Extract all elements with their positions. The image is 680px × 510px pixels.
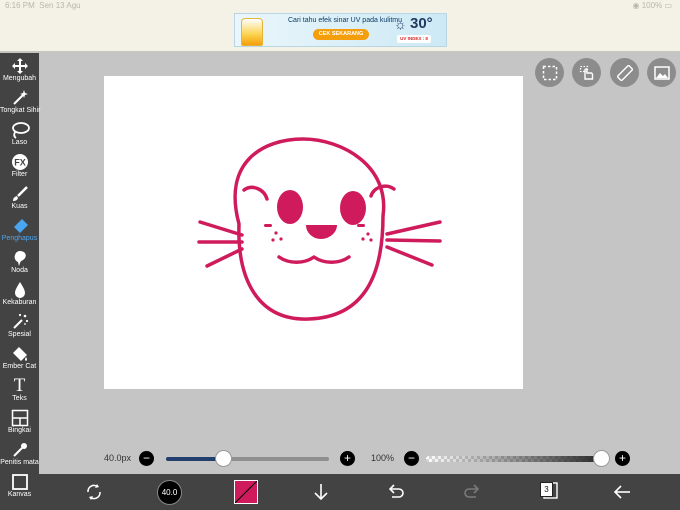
text-t-icon: T (13, 375, 26, 396)
rotate-arrows-icon (87, 484, 101, 500)
bottom-toolbar (39, 474, 680, 510)
tool-label: Teks (12, 395, 27, 402)
ad-headline: Cari tahu efek sinar UV pada kulitmu (288, 17, 402, 24)
brush-preview-button[interactable]: 40.0 (157, 480, 182, 505)
tool-label: Laso (11, 139, 28, 146)
layer-count-badge: 3 (540, 482, 553, 497)
selection-button[interactable] (535, 58, 564, 87)
eraser-icon (0, 217, 39, 235)
sparkle-wand-icon (0, 313, 39, 331)
gallery-button[interactable] (647, 58, 676, 87)
ruler-button[interactable] (610, 58, 639, 87)
sun-cloud-icon: ☼ (394, 16, 407, 32)
move-icon (0, 57, 39, 75)
canvas-icon (0, 473, 39, 491)
magic-wand-icon (0, 89, 39, 107)
tool-special[interactable]: Spesial (0, 311, 39, 343)
tool-label: Tongkat Sihir (0, 107, 41, 114)
size-decrease-button[interactable]: − (139, 451, 154, 466)
tool-canvas[interactable]: Kanvas (0, 471, 39, 503)
tool-filter[interactable]: FX Filter (0, 151, 39, 183)
ad-temperature: 30° (410, 15, 433, 32)
redo-button[interactable] (459, 479, 485, 505)
ad-banner[interactable]: Cari tahu efek sinar UV pada kulitmu CEK… (234, 13, 447, 47)
arrow-left-icon (613, 485, 630, 499)
redo-icon (464, 484, 480, 498)
opacity-increase-button[interactable]: + (615, 451, 630, 466)
brush-opacity-slider-knob[interactable] (593, 450, 610, 467)
tool-lasso[interactable]: Laso (0, 119, 39, 151)
tool-label: Bingkai (8, 427, 31, 434)
tool-text[interactable]: T Teks (0, 375, 39, 407)
ruler-icon (616, 64, 633, 81)
tool-label: Filter (11, 171, 28, 178)
tool-smudge[interactable]: Noda (0, 247, 39, 279)
smudge-icon (0, 249, 39, 267)
touch-mode-button[interactable] (572, 58, 601, 87)
tool-label: Kanvas (7, 491, 32, 498)
brush-size-slider-knob[interactable] (215, 450, 233, 467)
tool-label: Mengubah (2, 75, 37, 82)
tool-label: Penghapus (1, 235, 38, 242)
tool-label: Penitis mata (0, 459, 39, 466)
download-button[interactable] (308, 479, 334, 505)
hand-pointer-icon (579, 65, 593, 80)
dashed-selection-icon (542, 65, 557, 80)
lasso-icon (0, 121, 39, 139)
transform-button[interactable] (81, 479, 107, 505)
undo-button[interactable] (383, 479, 409, 505)
brush-opacity-value: 100% (371, 453, 395, 463)
tool-eraser[interactable]: Penghapus (0, 215, 39, 247)
status-bar: 6:16 PM Sen 13 Agu ◉ 100% ▭ (0, 0, 680, 12)
tool-blur[interactable]: Kekaburan (0, 279, 39, 311)
brush-icon (0, 185, 39, 203)
ad-strip: Cari tahu efek sinar UV pada kulitmu CEK… (0, 12, 680, 52)
tool-frame[interactable]: Bingkai (0, 407, 39, 439)
tool-move[interactable]: Mengubah (0, 55, 39, 87)
ad-uv-badge: UV INDEX : 8 (397, 35, 431, 43)
brush-size-value: 40.0px (104, 453, 132, 463)
tool-label: Kekaburan (2, 299, 37, 306)
battery-percent: 100% (641, 1, 663, 10)
tool-bucket[interactable]: Ember Cat (0, 343, 39, 375)
tool-magic-wand[interactable]: Tongkat Sihir (0, 87, 41, 119)
arrow-down-icon (314, 484, 328, 501)
sunscreen-product-image (241, 18, 263, 46)
status-date: Sen 13 Agu (39, 1, 81, 10)
tool-label: Ember Cat (2, 363, 37, 370)
paint-bucket-icon (0, 345, 39, 363)
status-time: 6:16 PM Sen 13 Agu (5, 1, 81, 10)
left-toolbar: Mengubah Tongkat Sihir Laso FX Filter Ku… (0, 53, 41, 510)
fx-icon: FX (0, 153, 39, 171)
status-indicators: ◉ 100% ▭ (633, 1, 672, 10)
color-picker-button[interactable] (234, 480, 258, 504)
drawing-canvas[interactable] (104, 76, 523, 389)
size-increase-button[interactable]: + (340, 451, 355, 466)
undo-icon (388, 484, 404, 498)
opacity-decrease-button[interactable]: − (404, 451, 419, 466)
seal-face-drawing (197, 137, 442, 321)
tool-label: Kuas (11, 203, 28, 210)
battery-icon: ▭ (664, 1, 672, 10)
frame-icon (0, 409, 39, 427)
tool-eyedropper[interactable]: Penitis mata (0, 439, 39, 471)
blur-drop-icon (0, 281, 39, 299)
tool-label: Spesial (8, 331, 31, 338)
color-swatch-diagonal-icon (235, 481, 257, 503)
tool-label: Noda (11, 267, 28, 274)
brush-opacity-slider[interactable] (426, 456, 604, 462)
back-button[interactable] (609, 479, 635, 505)
image-icon (653, 65, 670, 80)
ad-cta-button[interactable]: CEK SEKARANG (313, 29, 369, 40)
tool-brush[interactable]: Kuas (0, 183, 39, 215)
svg-text:FX: FX (14, 158, 26, 168)
wifi-icon: ◉ (632, 1, 640, 10)
eyedropper-icon (0, 441, 39, 459)
